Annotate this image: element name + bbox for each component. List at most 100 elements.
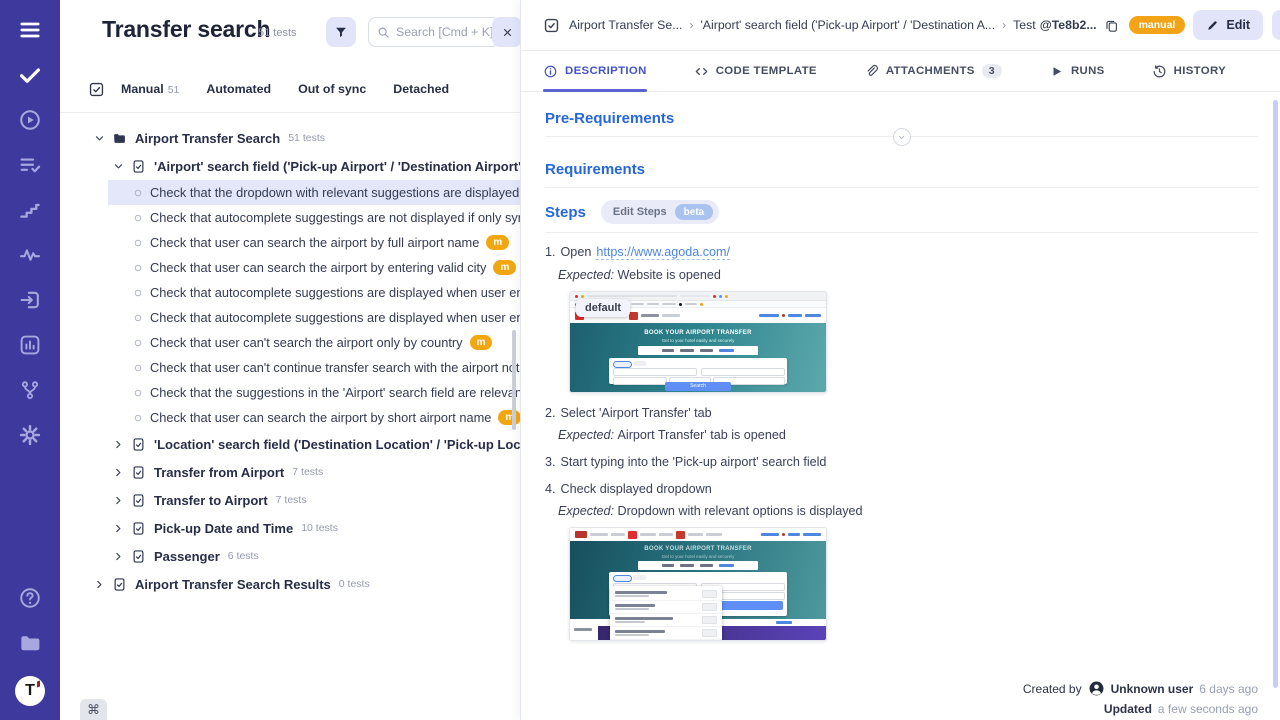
user-avatar-icon — [1088, 680, 1105, 697]
circle-icon — [133, 388, 143, 398]
breadcrumb-subsuite[interactable]: 'Airport' search field ('Pick-up Airport… — [700, 18, 995, 32]
breadcrumb-suite[interactable]: Airport Transfer Se... — [569, 18, 682, 32]
breadcrumb-test[interactable]: Test — [1013, 18, 1036, 32]
section-pre-requirements: Pre-Requirements — [545, 110, 1258, 127]
suite-row[interactable]: Transfer to Airport7 tests — [60, 486, 520, 514]
test-case-row[interactable]: Check that user can search the airport b… — [108, 255, 520, 280]
test-case-row[interactable]: Check that user can search the airport b… — [108, 405, 520, 430]
attachment-label: default — [576, 299, 630, 317]
test-suite-tree: Airport Transfer Search51 tests'Airport'… — [60, 113, 520, 598]
manual-mini-badge: m — [493, 260, 516, 275]
suite-row[interactable]: Pick-up Date and Time10 tests — [60, 514, 520, 542]
select-all-icon[interactable] — [88, 81, 105, 98]
nav-activity-icon[interactable] — [18, 243, 42, 267]
tab-code-template[interactable]: CODE TEMPLATE — [694, 51, 817, 91]
filter-tab-detached[interactable]: Detached — [393, 82, 449, 96]
filter-button[interactable] — [326, 17, 356, 47]
nav-help-icon[interactable] — [18, 586, 42, 610]
search-input[interactable]: Search [Cmd + K] — [368, 17, 500, 47]
chev-right-icon[interactable] — [113, 439, 124, 450]
edit-button[interactable]: Edit — [1193, 10, 1263, 40]
edit-steps-button[interactable]: Edit Steps beta — [601, 200, 719, 224]
step-screenshot[interactable]: BOOK YOUR AIRPORT TRANSFER Get to your h… — [569, 291, 827, 393]
suite-row[interactable]: Airport Transfer Search51 tests — [60, 124, 520, 152]
manual-mini-badge: m — [486, 235, 509, 250]
chev-right-icon[interactable] — [113, 467, 124, 478]
copy-icon[interactable] — [1104, 18, 1119, 33]
tab-attachments[interactable]: ATTACHMENTS3 — [864, 51, 1002, 91]
nav-list-check-icon[interactable] — [18, 153, 42, 177]
chev-down-icon[interactable] — [94, 133, 105, 144]
filter-tab-manual[interactable]: Manual51 — [121, 82, 179, 96]
steps-header: Steps Edit Steps beta — [545, 200, 1258, 224]
chev-down-icon[interactable] — [113, 161, 124, 172]
test-case-row[interactable]: Check that the suggestions in the 'Airpo… — [108, 380, 520, 405]
tree-item-label: Check that the dropdown with relevant su… — [150, 185, 520, 200]
collapse-toggle[interactable] — [893, 128, 911, 146]
chevron-down-icon — [897, 133, 906, 142]
test-case-row[interactable]: Check that user can't continue transfer … — [108, 355, 520, 380]
test-case-row[interactable]: Check that autocomplete suggestings are … — [108, 205, 520, 230]
breadcrumb-separator: › — [1002, 18, 1006, 32]
nav-menu-icon[interactable] — [18, 18, 42, 42]
suite-row[interactable]: 'Airport' search field ('Pick-up Airport… — [60, 152, 520, 180]
tab-description[interactable]: DESCRIPTION — [543, 51, 647, 91]
step-action: Select 'Airport Transfer' tab — [561, 406, 712, 420]
doc-icon — [112, 577, 127, 592]
circle-icon — [133, 413, 143, 423]
test-id[interactable]: @Te8b2... — [1040, 18, 1097, 32]
step-screenshot[interactable]: BOOK YOUR AIRPORT TRANSFER Get to your h… — [569, 527, 827, 641]
test-case-row[interactable]: Check that the dropdown with relevant su… — [108, 180, 520, 205]
nav-play-circle-icon[interactable] — [18, 108, 42, 132]
nav-sign-in-icon[interactable] — [18, 288, 42, 312]
tab-history[interactable]: HISTORY — [1152, 51, 1226, 91]
chev-right-icon[interactable] — [113, 495, 124, 506]
suite-tests-count: 0 tests — [339, 578, 370, 590]
suite-tests-count: 51 tests — [288, 132, 325, 144]
clear-search-button[interactable] — [492, 17, 520, 47]
tree-item-label: Check that autocomplete suggestions are … — [150, 310, 520, 325]
user-avatar[interactable]: T — [15, 676, 45, 706]
detail-tabs: DESCRIPTION CODE TEMPLATE ATTACHMENTS3 RUNS… — [521, 51, 1280, 92]
suite-row[interactable]: 'Location' search field ('Destination Lo… — [60, 430, 520, 458]
nav-check-icon[interactable] — [18, 63, 42, 87]
test-case-row[interactable]: Check that autocomplete suggestions are … — [108, 280, 520, 305]
circle-icon — [133, 363, 143, 373]
filter-tabs: Manual51 Automated Out of sync Detached — [60, 66, 520, 113]
filter-tab-automated[interactable]: Automated — [206, 82, 271, 96]
section-requirements: Requirements — [545, 161, 1258, 178]
test-case-row[interactable]: Check that user can search the airport b… — [108, 230, 520, 255]
step-link[interactable]: https://www.agoda.com/ — [596, 245, 730, 260]
suite-row[interactable]: Airport Transfer Search Results0 tests — [60, 570, 520, 598]
tree-item-label: Transfer from Airport — [154, 465, 284, 480]
circle-icon — [133, 188, 143, 198]
suite-row[interactable]: Passenger6 tests — [60, 542, 520, 570]
nav-steps-icon[interactable] — [18, 198, 42, 222]
suite-row[interactable]: Transfer from Airport 7 tests — [60, 458, 520, 486]
search-placeholder: Search [Cmd + K] — [396, 25, 493, 39]
test-case-row[interactable]: Check that autocomplete suggestions are … — [108, 305, 520, 330]
nav-projects-icon[interactable] — [18, 631, 42, 655]
tree-item-label: Check that the suggestions in the 'Airpo… — [150, 385, 520, 400]
code-icon — [694, 64, 709, 79]
chev-right-icon[interactable] — [94, 579, 105, 590]
test-case-row[interactable]: Check that user can't search the airport… — [108, 330, 520, 355]
section-divider — [545, 136, 1258, 137]
tab-runs[interactable]: RUNS — [1049, 51, 1105, 91]
tree-scrollbar[interactable] — [512, 330, 516, 430]
breadcrumb-separator: › — [689, 18, 693, 32]
nav-branch-icon[interactable] — [18, 378, 42, 402]
circle-icon — [133, 238, 143, 248]
chev-right-icon[interactable] — [113, 551, 124, 562]
shortcut-button[interactable]: ⌘ — [80, 699, 107, 720]
nav-report-icon[interactable] — [18, 333, 42, 357]
detail-scrollbar[interactable] — [1273, 100, 1278, 688]
filter-tab-out-of-sync[interactable]: Out of sync — [298, 82, 366, 96]
step-number: 2. — [545, 406, 556, 420]
doc-icon — [131, 549, 146, 564]
chev-right-icon[interactable] — [113, 523, 124, 534]
nav-gear-icon[interactable] — [18, 423, 42, 447]
suite-tests-count: 7 tests — [292, 466, 323, 478]
more-button[interactable]: ... — [1272, 10, 1280, 40]
manual-mini-badge: m — [498, 410, 520, 425]
